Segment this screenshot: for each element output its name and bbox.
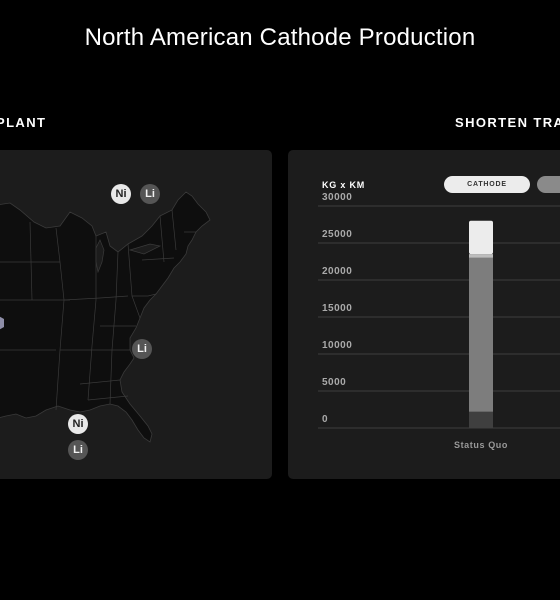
bar-segment <box>469 254 493 258</box>
y-tick-label: 15000 <box>322 303 352 314</box>
y-tick-label: 20000 <box>322 266 352 277</box>
y-tick-label: 10000 <box>322 340 352 351</box>
bar-segment <box>469 411 493 428</box>
us-map <box>0 191 211 443</box>
y-tick-label: 25000 <box>322 229 352 240</box>
page-title: North American Cathode Production <box>84 24 476 51</box>
nickel-source-marker[interactable]: Ni <box>111 184 131 204</box>
y-tick-label: 0 <box>322 414 328 425</box>
bar-segment <box>469 257 493 412</box>
map-panel: Ni Li Li Ni Li <box>0 150 272 479</box>
nickel-source-marker[interactable]: Ni <box>68 414 88 434</box>
lithium-source-marker[interactable]: Li <box>68 440 88 460</box>
section-label-plant: PLANT <box>0 115 47 130</box>
x-category-label: Status Quo <box>454 440 508 450</box>
chart-panel: KG x KM CATHODE 0 5000 10000 15000 20000 2500… <box>288 150 560 479</box>
y-tick-label: 30000 <box>322 192 352 203</box>
lithium-source-marker[interactable]: Li <box>140 184 160 204</box>
bar-segment <box>469 220 493 255</box>
lithium-source-marker[interactable]: Li <box>132 339 152 359</box>
section-label-shorten: SHORTEN TRA <box>455 115 560 130</box>
y-tick-label: 5000 <box>322 377 346 388</box>
transport-chart: 0 5000 10000 15000 20000 25000 30000 Status Quo <box>318 192 560 450</box>
east-us-landmass <box>0 191 211 443</box>
